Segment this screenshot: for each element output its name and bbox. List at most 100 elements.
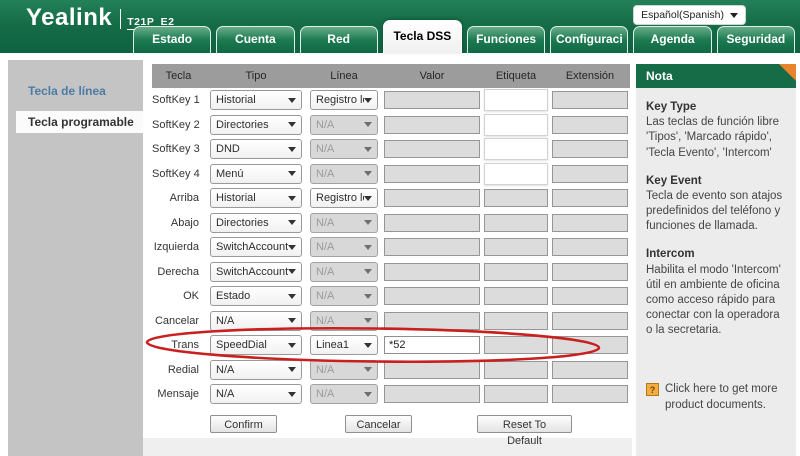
- etiqueta-input-softkey-4[interactable]: [484, 163, 548, 185]
- tipo-select-mensaje[interactable]: N/A: [210, 384, 302, 404]
- linea-select-softkey-3[interactable]: N/A: [310, 139, 378, 159]
- etiqueta-input-cancelar: [484, 312, 548, 330]
- chevron-down-icon: [288, 269, 296, 274]
- etiqueta-input-softkey-2[interactable]: [484, 114, 548, 136]
- chevron-down-icon: [364, 245, 372, 250]
- tab-cuenta[interactable]: Cuenta: [216, 26, 294, 53]
- dss-row-mensaje: MensajeN/AN/A: [152, 382, 630, 407]
- dss-row-softkey-4: SoftKey 4MenúN/A: [152, 162, 630, 187]
- tipo-select-derecha[interactable]: SwitchAccountI: [210, 262, 302, 282]
- valor-input-mensaje: [384, 385, 480, 403]
- extension-input-derecha: [552, 263, 628, 281]
- valor-input-softkey-4: [384, 165, 480, 183]
- extension-input-redial: [552, 361, 628, 379]
- etiqueta-input-softkey-3[interactable]: [484, 138, 548, 160]
- etiqueta-input-izquierda: [484, 238, 548, 256]
- linea-select-mensaje[interactable]: N/A: [310, 384, 378, 404]
- tipo-select-ok[interactable]: Estado: [210, 286, 302, 306]
- chevron-down-icon: [364, 318, 372, 323]
- cancel-button[interactable]: Cancelar: [345, 415, 412, 433]
- column-header-valor: Valor: [384, 70, 480, 82]
- sidebar: Tecla de línea Tecla programable: [8, 60, 143, 456]
- dss-row-arriba: Arriba Historial Registro loc: [152, 186, 630, 211]
- etiqueta-input-softkey-1[interactable]: [484, 89, 548, 111]
- sidebar-item-tecla-programable[interactable]: Tecla programable: [16, 111, 143, 133]
- tipo-select-trans[interactable]: SpeedDial: [210, 335, 302, 355]
- linea-select-arriba[interactable]: Registro loc: [310, 188, 378, 208]
- confirm-button[interactable]: Confirm: [210, 415, 277, 433]
- folded-corner-icon: [779, 64, 796, 81]
- tipo-select-softkey-2[interactable]: Directories: [210, 115, 302, 135]
- chevron-down-icon: [364, 392, 372, 397]
- top-header: Yealink T21P_E2 Español(Spanish) EstadoC…: [0, 0, 800, 53]
- extension-input-softkey-4: [552, 165, 628, 183]
- chevron-down-icon: [364, 98, 372, 103]
- column-header-extensi-n: Extensión: [552, 70, 628, 82]
- extension-input-cancelar: [552, 312, 628, 330]
- column-header-etiqueta: Etiqueta: [484, 70, 548, 82]
- linea-select-cancelar[interactable]: N/A: [310, 311, 378, 331]
- tipo-select-abajo[interactable]: Directories: [210, 213, 302, 233]
- tab-red[interactable]: Red: [300, 26, 378, 53]
- key-label-softkey-2: SoftKey 2: [152, 119, 205, 131]
- tipo-select-softkey-3[interactable]: DND: [210, 139, 302, 159]
- tab-configuraci[interactable]: Configuraci: [550, 26, 628, 53]
- etiqueta-input-ok: [484, 287, 548, 305]
- product-documents-link[interactable]: ?Click here to get more product document…: [646, 382, 786, 412]
- dss-row-softkey-1: SoftKey 1 Historial Registro loc: [152, 88, 630, 113]
- dss-row-izquierda: IzquierdaSwitchAccountIN/A: [152, 235, 630, 260]
- linea-select-trans[interactable]: Linea1: [310, 335, 378, 355]
- linea-select-softkey-1[interactable]: Registro loc: [310, 90, 378, 110]
- action-buttons: Confirm Cancelar Reset To Default: [152, 415, 630, 435]
- chevron-down-icon: [288, 171, 296, 176]
- extension-input-softkey-2: [552, 116, 628, 134]
- tipo-select-softkey-1[interactable]: Historial: [210, 90, 302, 110]
- dss-row-softkey-2: SoftKey 2 Directories N/A: [152, 113, 630, 138]
- etiqueta-input-derecha: [484, 263, 548, 281]
- chevron-down-icon: [288, 147, 296, 152]
- tab-tecla-dss[interactable]: Tecla DSS: [383, 20, 462, 53]
- bottom-strip: [143, 438, 632, 456]
- help-icon: ?: [646, 383, 659, 396]
- chevron-down-icon: [288, 220, 296, 225]
- valor-input-cancelar: [384, 312, 480, 330]
- key-label-abajo: Abajo: [152, 217, 205, 229]
- chevron-down-icon: [364, 220, 372, 225]
- valor-input-trans[interactable]: [384, 336, 480, 354]
- etiqueta-input-abajo: [484, 214, 548, 232]
- tipo-select-softkey-4[interactable]: Menú: [210, 164, 302, 184]
- sidebar-item-tecla-de-l-nea[interactable]: Tecla de línea: [28, 84, 143, 98]
- tab-seguridad[interactable]: Seguridad: [717, 26, 795, 53]
- linea-select-izquierda[interactable]: N/A: [310, 237, 378, 257]
- extension-input-abajo: [552, 214, 628, 232]
- tipo-select-arriba[interactable]: Historial: [210, 188, 302, 208]
- valor-input-abajo: [384, 214, 480, 232]
- extension-input-softkey-1: [552, 91, 628, 109]
- key-label-redial: Redial: [152, 364, 205, 376]
- chevron-down-icon: [288, 367, 296, 372]
- etiqueta-input-arriba: [484, 189, 548, 207]
- note-section-intercom: IntercomHabilita el modo 'Intercom' útil…: [646, 247, 786, 338]
- key-label-arriba: Arriba: [152, 192, 205, 204]
- tipo-select-izquierda[interactable]: SwitchAccountI: [210, 237, 302, 257]
- chevron-down-icon: [364, 196, 372, 201]
- key-label-softkey-1: SoftKey 1: [152, 94, 205, 106]
- linea-select-abajo[interactable]: N/A: [310, 213, 378, 233]
- linea-select-ok[interactable]: N/A: [310, 286, 378, 306]
- tab-estado[interactable]: Estado: [133, 26, 211, 53]
- chevron-down-icon: [288, 98, 296, 103]
- linea-select-derecha[interactable]: N/A: [310, 262, 378, 282]
- linea-select-softkey-4[interactable]: N/A: [310, 164, 378, 184]
- tab-funciones[interactable]: Funciones: [467, 26, 545, 53]
- chevron-down-icon: [730, 13, 738, 18]
- valor-input-redial: [384, 361, 480, 379]
- tipo-select-redial[interactable]: N/A: [210, 360, 302, 380]
- etiqueta-input-redial: [484, 361, 548, 379]
- extension-input-ok: [552, 287, 628, 305]
- tipo-select-cancelar[interactable]: N/A: [210, 311, 302, 331]
- reset-to-default-button[interactable]: Reset To Default: [477, 415, 572, 433]
- note-panel: Nota Key TypeLas teclas de función libre…: [636, 64, 796, 456]
- linea-select-redial[interactable]: N/A: [310, 360, 378, 380]
- tab-agenda[interactable]: Agenda: [633, 26, 711, 53]
- linea-select-softkey-2[interactable]: N/A: [310, 115, 378, 135]
